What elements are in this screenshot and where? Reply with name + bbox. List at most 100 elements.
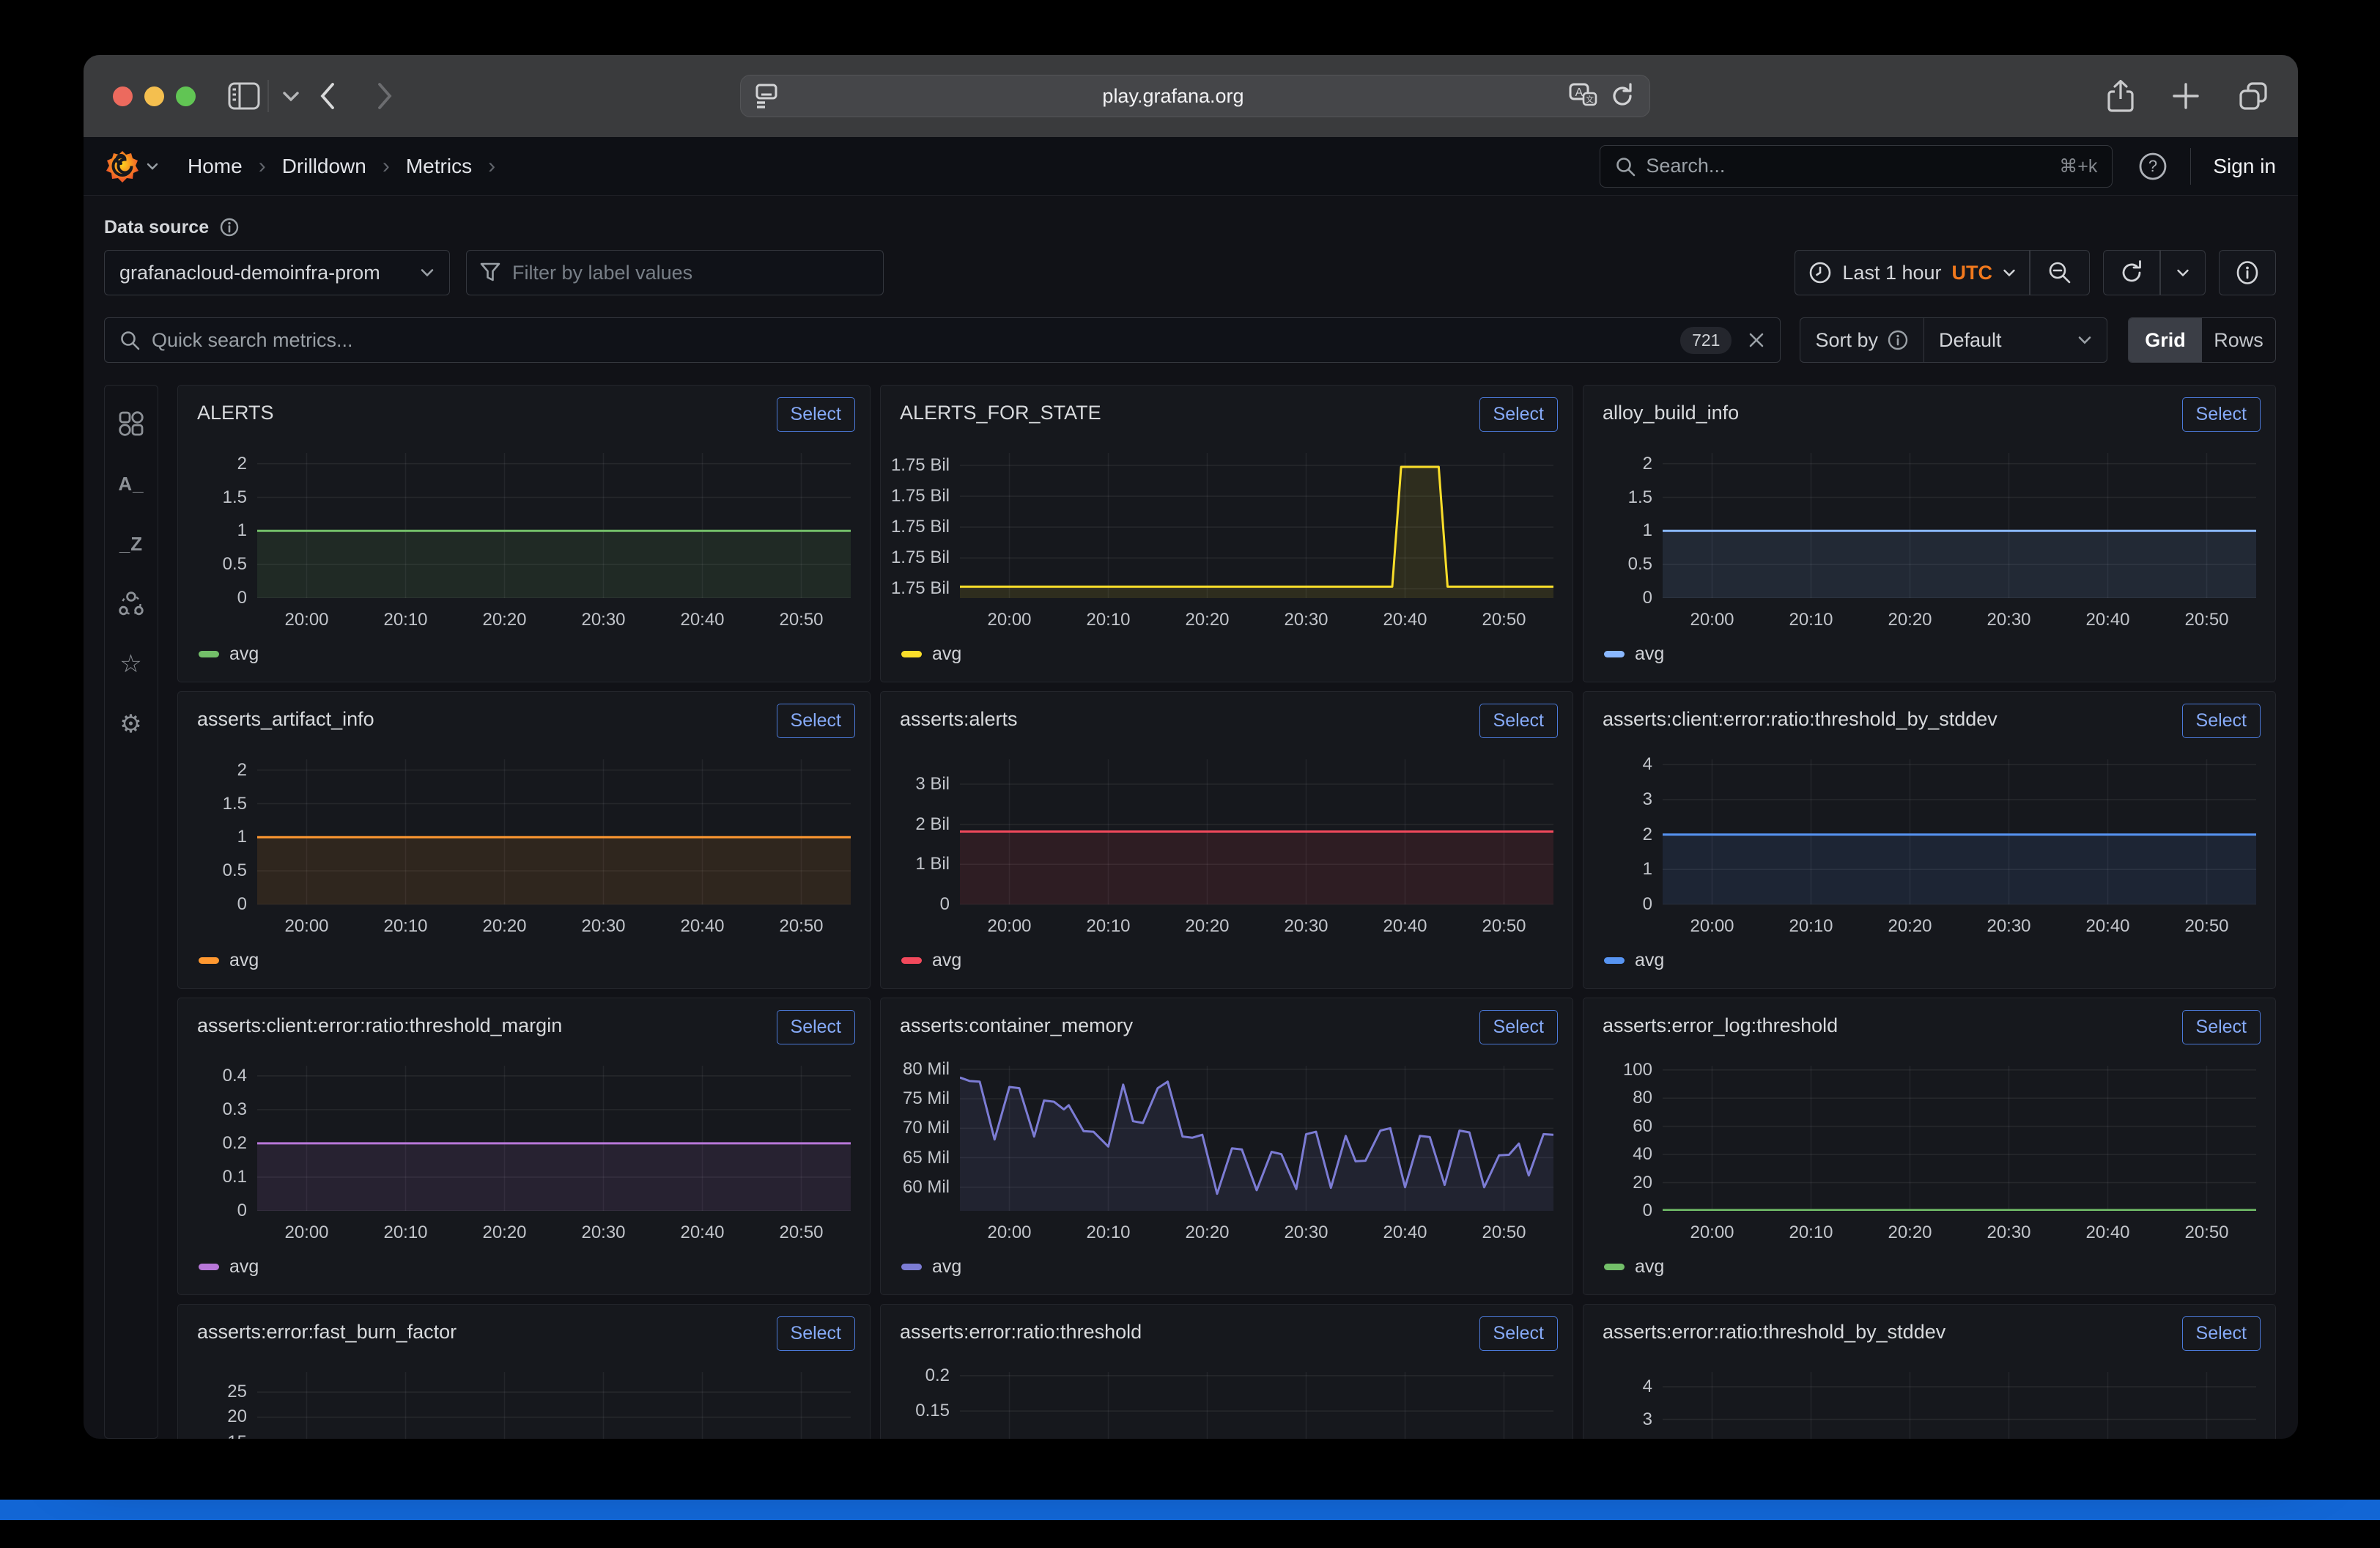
sort-alpha-az-icon[interactable]: A_ — [118, 471, 144, 497]
x-axis-label: 20:00 — [973, 916, 1046, 937]
info-icon[interactable] — [219, 217, 240, 237]
chart-plot[interactable] — [1663, 453, 2256, 598]
chart-legend[interactable]: avg — [1604, 1256, 1664, 1278]
select-button[interactable]: Select — [1479, 704, 1558, 738]
refresh-icon[interactable] — [2103, 250, 2160, 295]
minimize-window-icon[interactable] — [144, 86, 164, 106]
y-axis-label: 0 — [1583, 588, 1652, 608]
chart-plot[interactable] — [257, 1066, 851, 1211]
sort-by-select[interactable]: Default — [1924, 317, 2107, 363]
y-axis-label: 1 — [1583, 859, 1652, 880]
select-button[interactable]: Select — [2182, 704, 2261, 738]
groups-icon[interactable] — [117, 591, 145, 617]
metrics-drilldown-page: Data source grafanacloud-demoinfra-prom — [84, 196, 2298, 1439]
timezone-badge: UTC — [1952, 262, 1993, 284]
help-icon[interactable]: ? — [2137, 151, 2168, 182]
legend-swatch — [1604, 957, 1625, 964]
chart-plot[interactable] — [1663, 759, 2256, 904]
y-axis-label: 75 Mil — [881, 1088, 950, 1109]
quick-search-input[interactable]: Quick search metrics... 721 — [104, 317, 1781, 363]
address-bar[interactable]: play.grafana.org A文 — [740, 75, 1650, 117]
chart-legend[interactable]: avg — [199, 950, 259, 971]
reload-icon[interactable] — [1610, 83, 1635, 109]
breadcrumb-home[interactable]: Home — [188, 155, 243, 178]
back-icon[interactable] — [319, 81, 336, 111]
chevron-down-icon[interactable] — [147, 163, 158, 170]
new-tab-icon[interactable] — [2172, 82, 2200, 110]
view-grid-button[interactable]: Grid — [2129, 318, 2202, 362]
share-icon[interactable] — [2107, 80, 2134, 112]
translate-icon[interactable]: A文 — [1569, 83, 1598, 109]
chevron-down-icon — [2003, 269, 2016, 277]
nav-divider — [2190, 148, 2191, 185]
chart-plot[interactable] — [1663, 1372, 2256, 1439]
x-axis-label: 20:00 — [973, 610, 1046, 630]
y-axis-label: 2 — [178, 760, 247, 781]
grafana-logo-icon[interactable] — [106, 150, 139, 183]
forward-icon[interactable] — [376, 81, 393, 111]
x-axis-label: 20:20 — [1874, 1223, 1947, 1243]
time-range-picker[interactable]: Last 1 hour UTC — [1795, 250, 2030, 295]
chart-plot[interactable] — [1663, 1066, 2256, 1211]
star-icon[interactable]: ☆ — [119, 651, 142, 677]
select-button[interactable]: Select — [1479, 1010, 1558, 1044]
url-text[interactable]: play.grafana.org — [777, 85, 1569, 108]
y-axis-label: 1.75 Bil — [881, 548, 950, 568]
chart-plot[interactable] — [960, 453, 1553, 598]
chevron-down-icon — [420, 268, 435, 277]
chart-plot[interactable] — [257, 1372, 851, 1439]
chart-legend[interactable]: avg — [1604, 644, 1664, 665]
select-button[interactable]: Select — [777, 704, 855, 738]
info-icon[interactable] — [1887, 329, 1909, 351]
chart-legend[interactable]: avg — [901, 1256, 961, 1278]
sort-alpha-za-icon[interactable]: _Z — [119, 531, 143, 557]
select-button[interactable]: Select — [2182, 1316, 2261, 1351]
select-button[interactable]: Select — [777, 1010, 855, 1044]
select-button[interactable]: Select — [2182, 397, 2261, 432]
breadcrumb-metrics[interactable]: Metrics — [406, 155, 472, 178]
chart-legend[interactable]: avg — [1604, 950, 1664, 971]
select-button[interactable]: Select — [1479, 1316, 1558, 1351]
x-axis-label: 20:10 — [1072, 610, 1145, 630]
label-filter-input[interactable]: Filter by label values — [466, 250, 884, 295]
sign-in-button[interactable]: Sign in — [2213, 155, 2276, 178]
select-button[interactable]: Select — [777, 397, 855, 432]
chart-legend[interactable]: avg — [199, 644, 259, 665]
panel-title: asserts:alerts — [900, 708, 1018, 731]
toolbar-divider — [267, 80, 269, 112]
zoom-window-icon[interactable] — [176, 86, 196, 106]
chart-svg — [1663, 453, 2256, 598]
chart-legend[interactable]: avg — [199, 1256, 259, 1278]
chart-plot[interactable] — [960, 759, 1553, 904]
metric-panel: asserts:error:ratio:threshold Select avg… — [880, 1304, 1573, 1439]
select-button[interactable]: Select — [2182, 1010, 2261, 1044]
chart-plot[interactable] — [257, 453, 851, 598]
view-rows-button[interactable]: Rows — [2202, 318, 2275, 362]
global-search-input[interactable]: Search... ⌘+k — [1600, 145, 2113, 188]
sidebar-toggle-icon[interactable] — [228, 82, 260, 110]
settings-gear-icon[interactable]: ⚙ — [119, 711, 142, 737]
y-axis-label: 0.5 — [178, 554, 247, 575]
chart-plot[interactable] — [960, 1066, 1553, 1211]
chart-legend[interactable]: avg — [901, 950, 961, 971]
metric-panel: ALERTS Select avg 21.510.5020:0020:1020:… — [177, 385, 871, 682]
apps-icon[interactable] — [118, 410, 144, 437]
legend-label: avg — [1635, 950, 1664, 971]
chart-plot[interactable] — [960, 1372, 1553, 1439]
zoom-out-icon[interactable] — [2030, 250, 2090, 295]
reader-icon[interactable] — [755, 84, 777, 108]
clear-search-icon[interactable] — [1748, 331, 1765, 349]
tab-overview-icon[interactable] — [2238, 81, 2269, 111]
select-button[interactable]: Select — [777, 1316, 855, 1351]
info-icon[interactable] — [2219, 250, 2276, 295]
chart-plot[interactable] — [257, 759, 851, 904]
datasource-select[interactable]: grafanacloud-demoinfra-prom — [104, 250, 450, 295]
refresh-interval-dropdown[interactable] — [2160, 250, 2206, 295]
chart-legend[interactable]: avg — [901, 644, 961, 665]
close-window-icon[interactable] — [113, 86, 133, 106]
x-axis-label: 20:40 — [666, 1223, 739, 1243]
chevron-down-icon[interactable] — [282, 91, 300, 102]
metric-panel: ALERTS_FOR_STATE Select avg 1.75 Bil1.75… — [880, 385, 1573, 682]
breadcrumb-drilldown[interactable]: Drilldown — [282, 155, 366, 178]
select-button[interactable]: Select — [1479, 397, 1558, 432]
